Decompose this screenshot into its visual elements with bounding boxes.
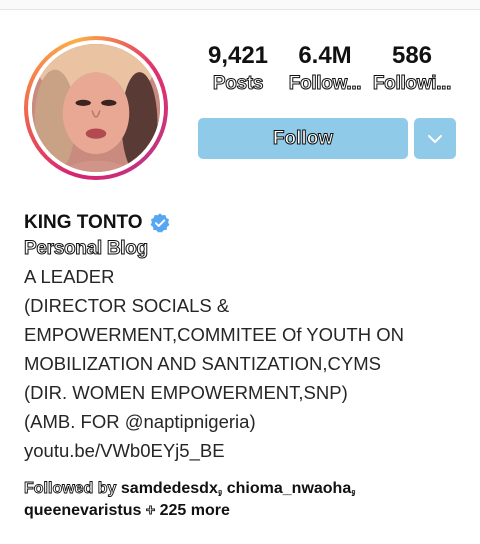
- plus-icon: +: [141, 502, 160, 520]
- follow-button[interactable]: Follow: [198, 118, 408, 159]
- following-label: Followi...: [372, 73, 452, 95]
- followers-label: Follow...: [288, 73, 362, 95]
- profile-category: Personal Blog: [24, 238, 149, 260]
- bio-website-link[interactable]: youtu.be/VWb0EYj5_BE: [24, 436, 474, 465]
- avatar-image: [32, 44, 160, 172]
- avatar-portrait: [32, 44, 160, 172]
- posts-count: 9,421: [207, 42, 269, 69]
- bio-line: A LEADER: [24, 266, 115, 287]
- follower-username[interactable]: chioma_nwaoha: [227, 480, 351, 497]
- following-count: 586: [391, 42, 433, 69]
- followed-by-label: Followed by: [24, 480, 117, 498]
- follower-username[interactable]: queenevaristus: [24, 502, 141, 519]
- stat-following[interactable]: 586 Followi...: [370, 40, 454, 96]
- stat-posts[interactable]: 9,421 Posts: [200, 40, 276, 96]
- bio-line[interactable]: (AMB. FOR @naptipnigeria): [24, 407, 474, 436]
- bio-line: MOBILIZATION AND SANTIZATION,CYMS: [24, 353, 382, 374]
- chevron-down-icon: [428, 134, 442, 143]
- top-divider: [0, 0, 480, 10]
- name-row: KING TONTO: [24, 210, 474, 236]
- bio-line: (DIRECTOR SOCIALS &: [24, 295, 230, 316]
- profile-avatar[interactable]: [24, 36, 168, 180]
- profile-bio: KING TONTO Personal Blog A LEADER (DIREC…: [24, 210, 474, 465]
- follower-username[interactable]: samdedesdx: [121, 480, 218, 497]
- stat-followers[interactable]: 6.4M Follow...: [284, 40, 366, 96]
- followers-count: 6.4M: [298, 42, 352, 69]
- posts-label: Posts: [212, 73, 264, 95]
- suggested-dropdown-button[interactable]: [414, 118, 456, 159]
- bio-line: EMPOWERMENT,COMMITEE Of YOUTH ON: [24, 324, 404, 345]
- followed-by-more[interactable]: 225 more: [160, 502, 230, 519]
- followed-by[interactable]: Followed by samdedesdx, chioma_nwaoha, q…: [24, 478, 464, 522]
- bio-line: (DIR. WOMEN EMPOWERMENT,SNP): [24, 382, 348, 403]
- verified-badge-icon: [150, 213, 170, 233]
- profile-stats: 9,421 Posts 6.4M Follow... 586 Followi..…: [200, 40, 464, 110]
- profile-name: KING TONTO: [24, 212, 143, 233]
